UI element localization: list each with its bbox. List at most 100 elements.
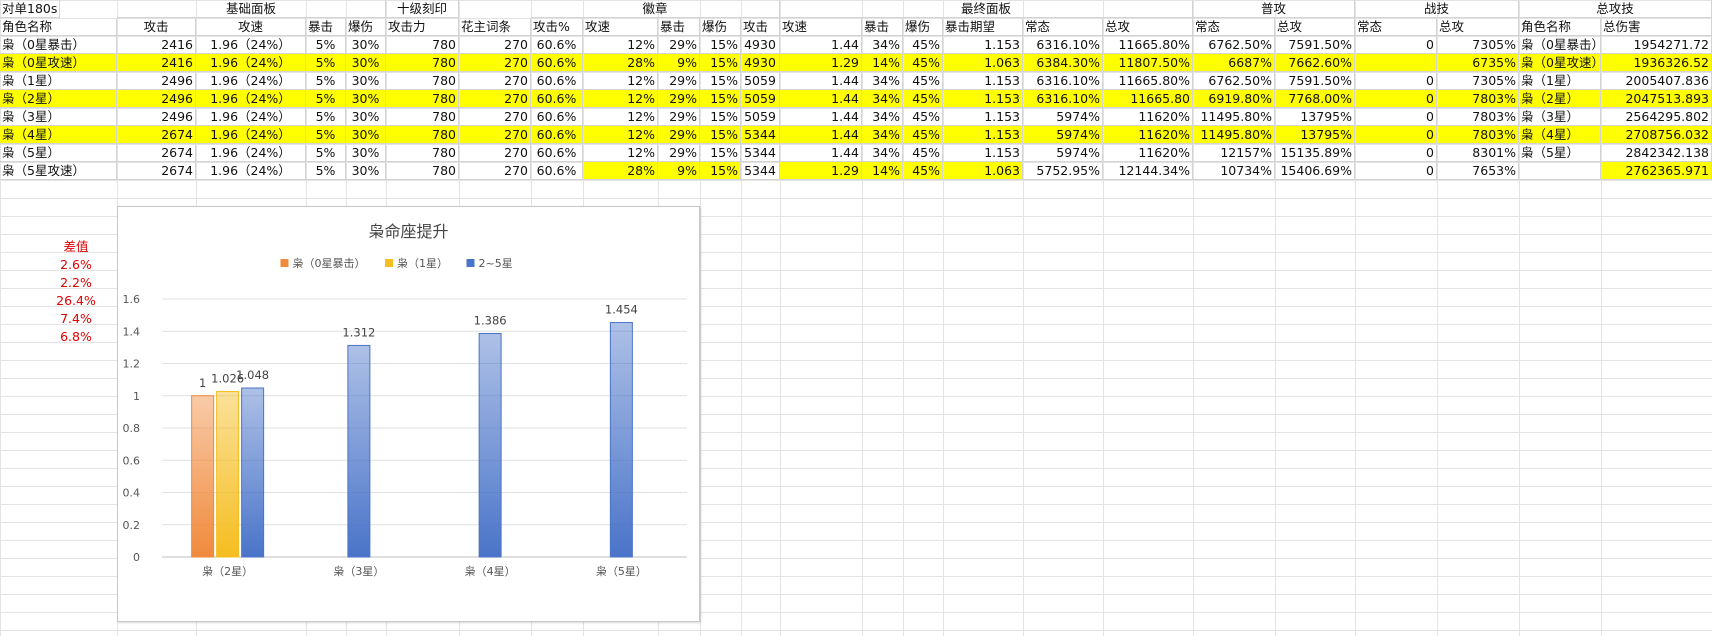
data-cell[interactable]: 60.6% [531, 36, 583, 54]
data-cell[interactable]: 270 [459, 90, 531, 108]
column-header[interactable]: 攻击力 [386, 18, 459, 36]
data-cell[interactable]: 60.6% [531, 126, 583, 144]
data-cell[interactable]: 5059 [741, 90, 780, 108]
data-cell[interactable]: 11665.80 [1103, 90, 1193, 108]
column-header[interactable]: 总攻 [1437, 18, 1519, 36]
data-cell[interactable]: 30% [346, 126, 386, 144]
data-cell[interactable]: 7768.00% [1275, 90, 1355, 108]
data-cell[interactable]: 1936326.52 [1601, 54, 1712, 72]
data-cell[interactable]: 1.063 [943, 162, 1023, 180]
data-cell[interactable]: 11665.80% [1103, 36, 1193, 54]
column-header[interactable]: 攻击% [531, 18, 583, 36]
data-cell[interactable]: 1.153 [943, 144, 1023, 162]
data-cell[interactable]: 0 [1355, 72, 1437, 90]
data-cell[interactable]: 11620% [1103, 126, 1193, 144]
column-header[interactable]: 总攻 [1103, 18, 1193, 36]
bar[interactable] [609, 322, 633, 558]
data-cell[interactable]: 13795% [1275, 126, 1355, 144]
data-cell[interactable]: 1.44 [780, 126, 862, 144]
data-cell[interactable]: 30% [346, 90, 386, 108]
column-header[interactable]: 攻速 [583, 18, 658, 36]
data-cell[interactable]: 5344 [741, 126, 780, 144]
group-header[interactable]: 战技 [1355, 0, 1519, 18]
data-cell[interactable]: 1.96（24%） [196, 126, 306, 144]
data-cell[interactable]: 2674 [117, 162, 196, 180]
data-cell[interactable]: 6316.10% [1023, 72, 1103, 90]
data-cell[interactable]: 1.153 [943, 126, 1023, 144]
data-cell[interactable]: 5974% [1023, 126, 1103, 144]
data-cell[interactable]: 7803% [1437, 108, 1519, 126]
data-cell[interactable]: 60.6% [531, 108, 583, 126]
data-cell[interactable]: 60.6% [531, 54, 583, 72]
data-cell[interactable]: 15% [700, 126, 741, 144]
data-cell[interactable]: 2496 [117, 90, 196, 108]
data-cell[interactable]: 0 [1355, 108, 1437, 126]
data-cell[interactable]: 1.063 [943, 54, 1023, 72]
column-header[interactable]: 暴击期望 [943, 18, 1023, 36]
group-header[interactable]: 徽章 [531, 0, 780, 18]
data-cell[interactable]: 4930 [741, 54, 780, 72]
data-cell[interactable]: 4930 [741, 36, 780, 54]
row-name-cell[interactable]: 枭（1星） [0, 72, 117, 90]
data-cell[interactable]: 1.96（24%） [196, 162, 306, 180]
data-cell[interactable]: 1.29 [780, 54, 862, 72]
data-cell[interactable]: 45% [903, 144, 943, 162]
data-cell[interactable]: 0 [1355, 144, 1437, 162]
row-name-cell[interactable]: 枭（0星攻速） [0, 54, 117, 72]
data-cell[interactable]: 10734% [1193, 162, 1275, 180]
data-cell[interactable]: 15406.69% [1275, 162, 1355, 180]
data-cell[interactable]: 12% [583, 108, 658, 126]
data-cell[interactable]: 5% [306, 36, 346, 54]
data-cell[interactable]: 15% [700, 144, 741, 162]
data-cell[interactable]: 15% [700, 54, 741, 72]
column-header[interactable]: 角色名称 [0, 18, 117, 36]
data-cell[interactable]: 12157% [1193, 144, 1275, 162]
data-cell[interactable]: 45% [903, 90, 943, 108]
chart-container[interactable]: 枭命座提升 枭（0星暴击） 枭（1星） 2~5星 0 0.2 0.4 0.6 0.8 1 1.2 1.… [117, 206, 700, 622]
data-cell[interactable]: 5974% [1023, 144, 1103, 162]
data-cell[interactable]: 2496 [117, 72, 196, 90]
data-cell[interactable]: 6919.80% [1193, 90, 1275, 108]
data-cell[interactable]: 60.6% [531, 162, 583, 180]
data-cell[interactable]: 2416 [117, 36, 196, 54]
data-cell[interactable]: 7803% [1437, 90, 1519, 108]
data-cell[interactable]: 780 [386, 90, 459, 108]
column-header[interactable]: 爆伤 [346, 18, 386, 36]
data-cell[interactable]: 12% [583, 126, 658, 144]
data-cell[interactable]: 29% [658, 126, 700, 144]
data-cell[interactable]: 11620% [1103, 144, 1193, 162]
row-name-cell[interactable]: 枭（2星） [0, 90, 117, 108]
data-cell[interactable]: 7305% [1437, 36, 1519, 54]
data-cell[interactable]: 2708756.032 [1601, 126, 1712, 144]
data-cell[interactable]: 5% [306, 90, 346, 108]
data-cell[interactable]: 1.44 [780, 144, 862, 162]
row-name-cell[interactable]: 枭（2星） [1519, 90, 1601, 108]
column-header[interactable]: 爆伤 [700, 18, 741, 36]
data-cell[interactable]: 270 [459, 72, 531, 90]
data-cell[interactable]: 60.6% [531, 144, 583, 162]
diff-value[interactable]: 26.4% [40, 292, 112, 310]
data-cell[interactable]: 1.153 [943, 108, 1023, 126]
column-header[interactable]: 攻击 [741, 18, 780, 36]
data-cell[interactable]: 13795% [1275, 108, 1355, 126]
row-name-cell[interactable]: 枭（5星） [1519, 144, 1601, 162]
data-cell[interactable]: 780 [386, 144, 459, 162]
data-cell[interactable]: 1.96（24%） [196, 72, 306, 90]
data-cell[interactable]: 1.153 [943, 72, 1023, 90]
data-cell[interactable]: 29% [658, 36, 700, 54]
data-cell[interactable]: 270 [459, 162, 531, 180]
group-header[interactable]: 十级刻印 [386, 0, 459, 18]
data-cell[interactable]: 2416 [117, 54, 196, 72]
data-cell[interactable]: 11495.80% [1193, 126, 1275, 144]
data-cell[interactable]: 6384.30% [1023, 54, 1103, 72]
data-cell[interactable]: 11495.80% [1193, 108, 1275, 126]
column-header[interactable]: 攻击 [117, 18, 196, 36]
data-cell[interactable]: 15% [700, 90, 741, 108]
data-cell[interactable]: 270 [459, 126, 531, 144]
data-cell[interactable]: 34% [862, 108, 903, 126]
data-cell[interactable]: 5974% [1023, 108, 1103, 126]
data-cell[interactable]: 2005407.836 [1601, 72, 1712, 90]
bar[interactable] [216, 391, 240, 558]
diff-value[interactable]: 7.4% [40, 310, 112, 328]
data-cell[interactable]: 15% [700, 36, 741, 54]
